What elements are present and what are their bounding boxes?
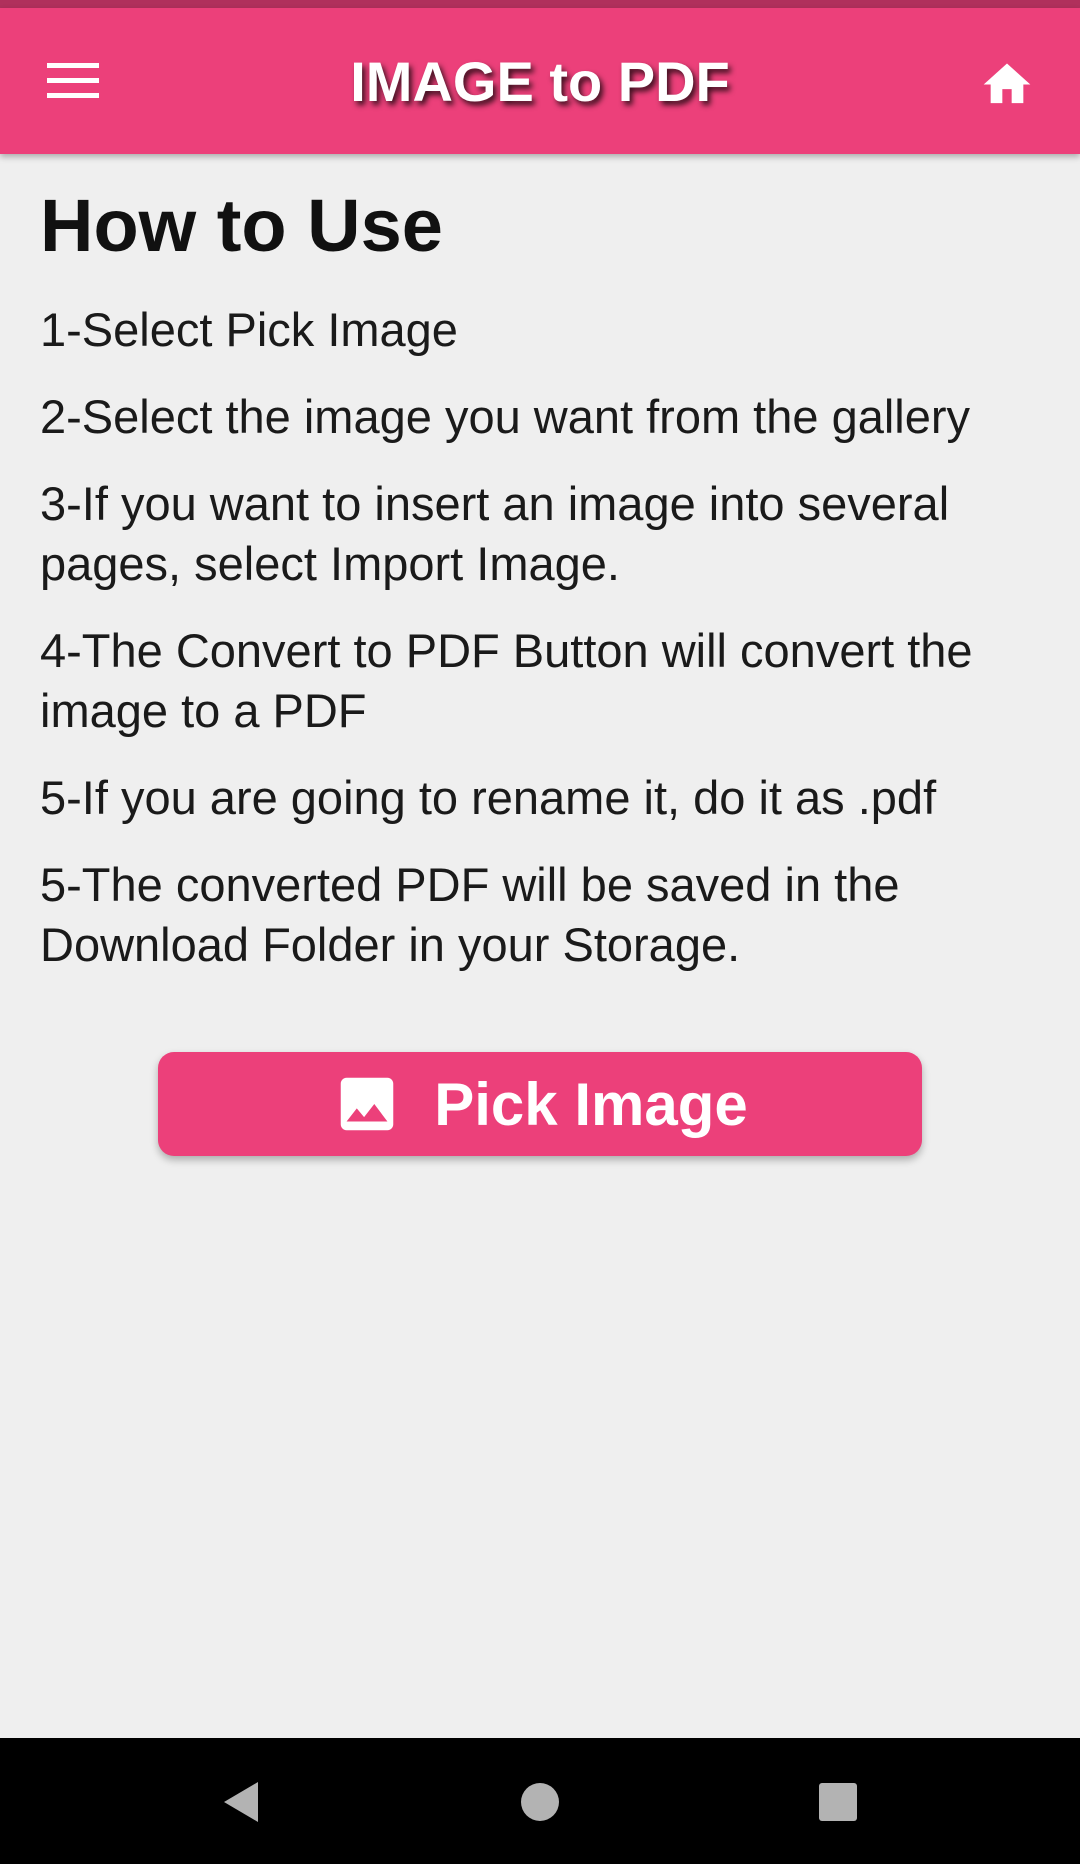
step-3: 3-If you want to insert an image into se… (40, 477, 950, 590)
nav-recents-button[interactable] (798, 1762, 878, 1842)
home-circle-icon (521, 1783, 559, 1821)
step-4: 4-The Convert to PDF Button will convert… (40, 624, 973, 737)
page-heading: How to Use (40, 184, 443, 267)
status-bar (0, 0, 1080, 8)
hamburger-menu-icon (47, 63, 99, 98)
step-5: 5-If you are going to rename it, do it a… (40, 771, 937, 824)
pick-image-button[interactable]: Pick Image (158, 1052, 922, 1156)
app-title: IMAGE to PDF (350, 49, 730, 113)
home-icon (983, 63, 1031, 104)
app-bar: IMAGE to PDF (0, 8, 1080, 154)
step-1: 1-Select Pick Image (40, 303, 458, 356)
system-navigation-bar (0, 1738, 1080, 1864)
image-icon (332, 1069, 402, 1139)
nav-back-button[interactable] (200, 1762, 280, 1842)
recents-square-icon (819, 1783, 857, 1821)
menu-button[interactable] (30, 38, 116, 124)
step-6: 5-The converted PDF will be saved in the… (40, 858, 900, 971)
home-button[interactable] (964, 38, 1050, 124)
instructions-section: How to Use 1-Select Pick Image 2-Select … (40, 182, 1070, 1002)
back-triangle-icon (224, 1782, 258, 1822)
app-screen: IMAGE to PDF How to Use 1-Select Pick Im… (0, 0, 1080, 1864)
pick-image-label: Pick Image (434, 1070, 748, 1138)
step-2: 2-Select the image you want from the gal… (40, 390, 971, 443)
nav-home-button[interactable] (500, 1762, 580, 1842)
